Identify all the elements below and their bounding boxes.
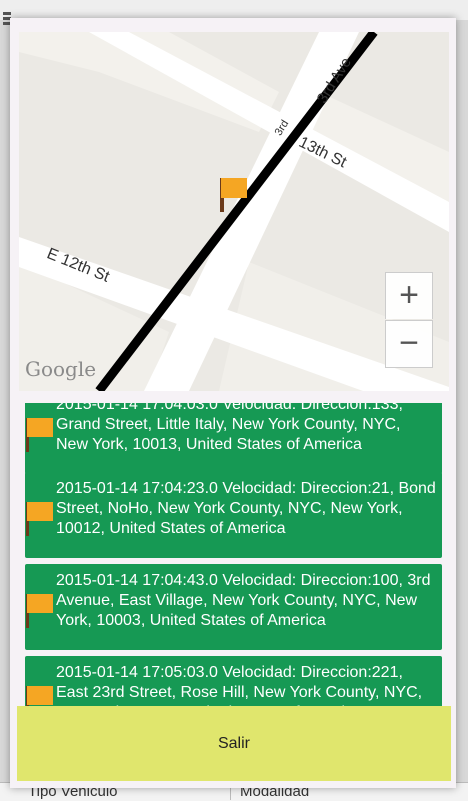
- zoom-out-button[interactable]: −: [385, 320, 433, 368]
- location-list[interactable]: 2015-01-14 17:04:03.0 Velocidad: Direcci…: [25, 403, 442, 707]
- list-item[interactable]: 2015-01-14 17:04:03.0 Velocidad: Direcci…: [25, 403, 442, 474]
- background-header: [0, 0, 468, 20]
- location-text: 2015-01-14 17:04:43.0 Velocidad: Direcci…: [56, 572, 431, 629]
- flag-icon: [26, 686, 53, 707]
- salir-button[interactable]: Salir: [17, 706, 451, 781]
- location-text: 2015-01-14 17:04:03.0 Velocidad: Direcci…: [56, 403, 403, 453]
- flag-icon: [26, 502, 53, 536]
- map-view[interactable]: E 12th St 13th St 3rd Ave 3rd + − Google: [19, 32, 449, 391]
- flag-icon: [26, 418, 53, 452]
- list-item[interactable]: 2015-01-14 17:04:43.0 Velocidad: Direcci…: [25, 564, 442, 650]
- list-item[interactable]: 2015-01-14 17:04:23.0 Velocidad: Direcci…: [25, 472, 442, 558]
- flag-icon: [26, 594, 53, 628]
- location-text: 2015-01-14 17:05:03.0 Velocidad: Direcci…: [56, 664, 423, 707]
- zoom-in-button[interactable]: +: [385, 272, 433, 319]
- location-text: 2015-01-14 17:04:23.0 Velocidad: Direcci…: [56, 480, 436, 537]
- list-item[interactable]: 2015-01-14 17:05:03.0 Velocidad: Direcci…: [25, 656, 442, 707]
- google-logo: Google: [25, 357, 97, 381]
